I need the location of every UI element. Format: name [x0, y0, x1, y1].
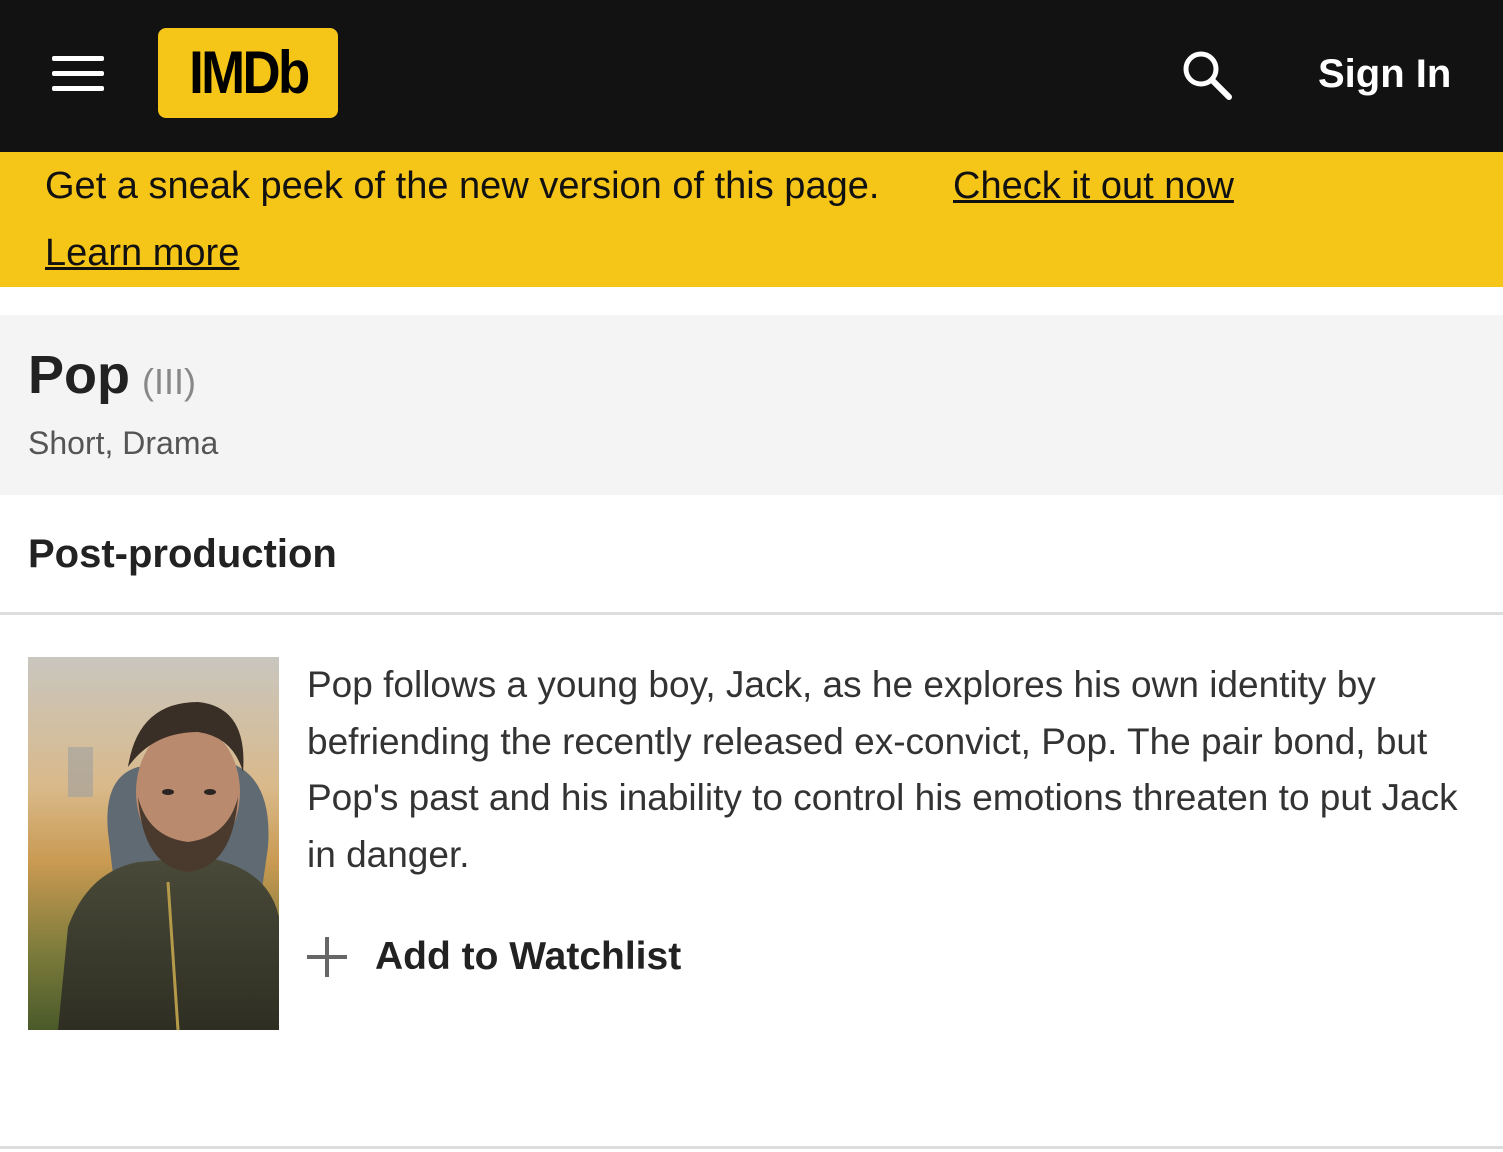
poster-image[interactable] [28, 657, 279, 1030]
logo-text: IMDb [188, 39, 310, 106]
imdb-logo[interactable]: IMDb [158, 28, 338, 118]
genre-list: Short, Drama [28, 425, 219, 461]
plus-icon [305, 935, 349, 979]
production-status: Post-production [28, 532, 337, 576]
add-to-watchlist-button[interactable]: Add to Watchlist [305, 928, 695, 986]
title-header [0, 315, 1503, 495]
menu-line [52, 86, 104, 91]
promo-message: Get a sneak peek of the new version of t… [45, 165, 880, 207]
menu-line [52, 56, 104, 61]
menu-line [52, 71, 104, 76]
sign-in-button[interactable]: Sign In [1318, 49, 1451, 99]
hamburger-menu-icon[interactable] [52, 56, 106, 92]
title-disambiguation: (III) [142, 361, 196, 402]
watchlist-label: Add to Watchlist [375, 935, 682, 978]
divider [0, 1146, 1503, 1149]
page-title: Pop [28, 345, 130, 405]
search-icon[interactable] [1176, 44, 1236, 104]
top-navigation-bar: IMDb Sign In [0, 0, 1503, 152]
check-it-out-link[interactable]: Check it out now [953, 163, 1234, 209]
plot-summary: Pop follows a young boy, Jack, as he exp… [307, 664, 1458, 875]
learn-more-link[interactable]: Learn more [45, 230, 239, 276]
divider [0, 612, 1503, 615]
